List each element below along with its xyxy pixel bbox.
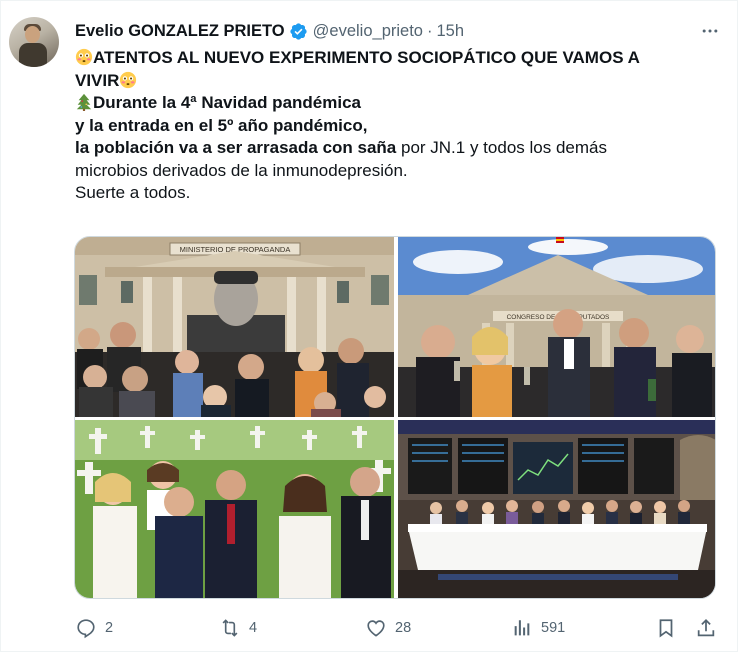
separator-dot: · [426,21,433,40]
flushed-face-icon [120,71,137,88]
repost-button[interactable]: 4 [219,613,257,643]
verified-badge-icon [290,22,307,40]
text-line-5-rest: por JN.1 y todos los demás [396,138,607,157]
repost-count: 4 [249,620,258,636]
photo-4[interactable] [398,420,715,598]
action-bar: 2 4 28 591 [75,613,717,643]
views-icon [514,620,530,636]
text-line-7: Suerte a todos. [75,183,191,202]
text-line-2: VIVIR [75,70,120,90]
share-icon [697,618,715,637]
text-line-4: y la entrada en el 5º año pandémico, [75,115,368,135]
text-line-6: microbios derivados de la inmunodepresió… [75,160,408,180]
views-count: 591 [541,620,566,636]
text-line-3: Durante la 4ª Navidad pandémica [93,93,361,112]
media-grid: MINISTERIO DE PROPAGANDA CONGRESO DE DIP… [74,236,716,599]
like-button[interactable]: 28 [365,613,411,643]
tweet-header: Evelio GONZALEZ PRIETO @evelio_prieto · … [75,18,721,44]
timestamp[interactable]: 15h [436,22,464,41]
reply-icon [77,619,95,639]
more-button[interactable] [699,20,721,42]
text-line-5-bold: la población va a ser arrasada con saña [75,138,397,157]
tweet-text: ATENTOS AL NUEVO EXPERIMENTO SOCIOPÁTICO… [75,47,715,205]
like-count: 28 [395,620,412,636]
reply-count: 2 [105,620,114,636]
avatar[interactable] [9,17,59,67]
text-line-1: ATENTOS AL NUEVO EXPERIMENTO SOCIOPÁTICO… [93,48,640,67]
bookmark-button[interactable] [655,613,677,643]
share-button[interactable] [695,613,717,643]
reply-button[interactable]: 2 [75,613,113,643]
display-name[interactable]: Evelio GONZALEZ PRIETO [75,22,285,41]
user-handle[interactable]: @evelio_prieto [313,22,423,41]
photo-1[interactable]: MINISTERIO DE PROPAGANDA [75,237,394,417]
christmas-tree-icon [76,93,92,111]
photo-2[interactable]: CONGRESO DE LOS DIPUTADOS [398,237,715,417]
tweet[interactable]: Evelio GONZALEZ PRIETO @evelio_prieto · … [0,0,738,652]
more-icon [702,29,718,33]
photo-3[interactable] [75,420,394,598]
bookmark-icon [659,619,673,638]
like-icon [367,620,385,637]
views-button[interactable]: 591 [511,613,565,643]
repost-icon [222,619,238,637]
flushed-face-icon [75,48,93,66]
